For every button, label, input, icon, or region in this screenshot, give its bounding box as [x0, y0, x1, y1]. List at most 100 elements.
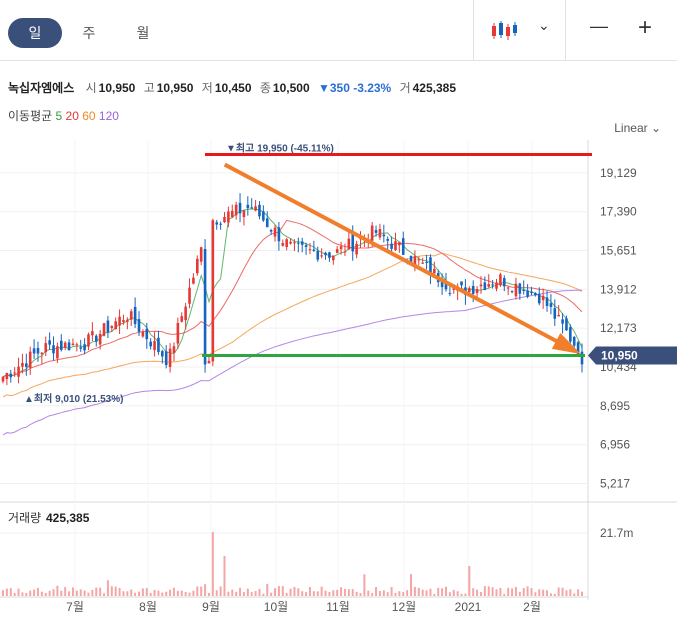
y-tick-label: 19,129: [600, 166, 637, 180]
candle-body: [195, 258, 199, 274]
volume-bar: [468, 566, 471, 596]
volume-bar: [246, 588, 249, 596]
volume-bar: [359, 593, 362, 596]
candle-body: [401, 238, 405, 255]
candle-body: [25, 363, 28, 367]
volume-bar: [367, 590, 370, 596]
y-tick-label: 13,912: [600, 282, 637, 296]
volume-bar: [188, 592, 191, 596]
candle-body: [40, 352, 44, 355]
candle-body: [94, 335, 98, 342]
candle-body: [234, 204, 238, 216]
volume-bar: [103, 593, 106, 596]
candle-body: [549, 303, 553, 307]
volume-y-tick: 21.7m: [600, 526, 633, 540]
candle-body: [219, 223, 222, 225]
volume-bar: [577, 589, 580, 596]
candle-body: [118, 316, 121, 326]
candle-body: [320, 255, 323, 257]
candle-body: [304, 245, 308, 248]
volume-bar: [472, 588, 475, 596]
candle-body: [164, 351, 168, 366]
volume-bar: [316, 591, 319, 596]
volume-bar: [569, 589, 572, 596]
volume-bar: [114, 586, 117, 596]
y-tick-label: 12,173: [600, 321, 637, 335]
candle-body: [180, 316, 184, 322]
volume-bar: [487, 586, 490, 596]
volume-bar: [390, 586, 393, 596]
candle-body: [32, 348, 36, 354]
volume-bar: [165, 591, 168, 596]
candle-body: [17, 366, 20, 377]
volume-bar: [60, 590, 63, 596]
volume-bar: [530, 588, 533, 596]
ma-120-line: [2, 289, 582, 436]
volume-bar: [13, 592, 16, 596]
volume-bar: [91, 589, 94, 596]
candle-body: [545, 297, 549, 307]
y-tick-label: 17,390: [600, 205, 637, 219]
volume-bar: [394, 592, 397, 596]
volume-bar: [308, 587, 311, 596]
volume-bar: [250, 592, 253, 596]
candle-body: [518, 283, 522, 294]
volume-bar: [511, 588, 514, 596]
volume-bar: [215, 590, 218, 596]
candle-body: [394, 241, 397, 251]
volume-bar: [95, 587, 98, 596]
candle-body: [534, 292, 537, 296]
volume-bar: [526, 586, 529, 596]
volume-bar: [79, 589, 82, 596]
candle-body: [289, 241, 292, 244]
candle-body: [285, 239, 288, 248]
y-tick-label: 5,217: [600, 476, 630, 490]
volume-bar: [149, 592, 152, 596]
candle-body: [273, 227, 277, 237]
volume-bar: [491, 587, 494, 596]
candle-body: [207, 360, 211, 364]
volume-bar: [425, 590, 428, 596]
volume-value-label: 425,385: [46, 511, 90, 525]
candle-body: [433, 268, 436, 274]
candle-body: [238, 202, 242, 214]
volume-bar: [421, 589, 424, 596]
candle-body: [13, 372, 16, 374]
x-tick-label: 8월: [139, 600, 157, 614]
volume-bar: [184, 591, 187, 596]
candle-body: [316, 250, 320, 260]
volume-bar: [21, 592, 24, 596]
candle-body: [499, 274, 502, 286]
volume-bar: [340, 587, 343, 596]
candle-body: [230, 210, 234, 218]
volume-bar: [343, 588, 346, 596]
candle-body: [390, 243, 393, 249]
candle-body: [184, 306, 187, 321]
volume-bar: [110, 586, 113, 596]
candle-body: [530, 292, 533, 294]
volume-bar: [207, 593, 210, 596]
candle-body: [312, 249, 316, 251]
candle-body: [211, 220, 215, 362]
candle-body: [355, 243, 358, 255]
candle-body: [137, 319, 141, 332]
candle-body: [297, 242, 300, 244]
volume-bar: [371, 593, 374, 596]
volume-bar: [83, 590, 86, 596]
candle-body: [67, 342, 71, 351]
volume-bar: [456, 591, 459, 596]
candle-body: [126, 319, 129, 322]
price-chart[interactable]: ▼최고 19,950 (-45.11%) ▲최저 9,010 (21.53%) 1…: [0, 0, 677, 625]
volume-bar: [444, 586, 447, 596]
x-tick-label: 2021: [455, 600, 482, 614]
volume-bar: [476, 589, 479, 596]
candle-body: [48, 340, 51, 345]
volume-bar: [433, 593, 436, 596]
volume-bar: [75, 590, 78, 596]
volume-bar: [363, 574, 366, 596]
candle-body: [172, 346, 176, 353]
volume-bar: [40, 591, 43, 596]
volume-bar: [274, 588, 277, 596]
candle-body: [308, 249, 312, 251]
candle-body: [246, 204, 250, 209]
